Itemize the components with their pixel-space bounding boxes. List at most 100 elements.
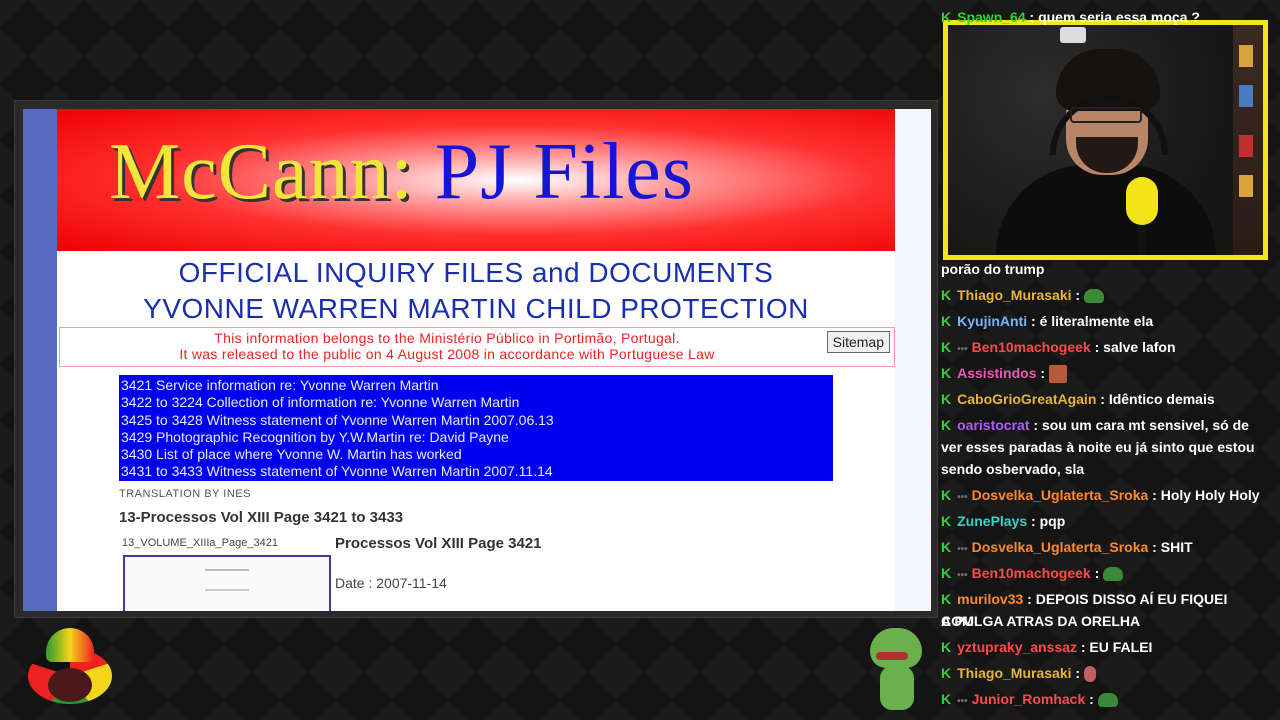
- chat-username[interactable]: murilov33: [957, 591, 1023, 607]
- rasta-hat-emote: [28, 628, 112, 708]
- document-thumbnail[interactable]: [123, 555, 331, 611]
- chat-overlay: K Spawn_64 : quem seria essa moça ? porão …: [941, 0, 1271, 720]
- chat-username[interactable]: Thiago_Murasaki: [957, 287, 1071, 303]
- chat-username[interactable]: KyujinAnti: [957, 313, 1027, 329]
- document-link[interactable]: 3430 List of place where Yvonne W. Marti…: [121, 446, 831, 463]
- stamp-mark: [205, 569, 249, 591]
- chat-separator: :: [1085, 691, 1098, 707]
- screen-capture: McCann: PJ Files OFFICIAL INQUIRY FILES …: [14, 100, 938, 618]
- chat-text: sendo osbervado, sla: [941, 461, 1085, 477]
- pepe-emote-icon: [1083, 289, 1104, 304]
- chat-message: K Spawn_64 : quem seria essa moça ?: [941, 6, 1261, 28]
- chat-username[interactable]: Spawn_64: [957, 9, 1025, 25]
- sitemap-button[interactable]: Sitemap: [826, 331, 890, 353]
- chat-text: SHIT: [1160, 539, 1193, 555]
- chat-text: EU FALEI: [1089, 639, 1153, 655]
- face-emote-icon: [1048, 365, 1067, 384]
- website-page: McCann: PJ Files OFFICIAL INQUIRY FILES …: [23, 109, 931, 611]
- chat-separator: :: [1027, 513, 1040, 529]
- left-sidebar-bar: [23, 109, 57, 611]
- chat-separator: :: [1027, 313, 1040, 329]
- chat-message: K ••• Junior_Romhack :: [941, 688, 1261, 713]
- document-link[interactable]: 3429 Photographic Recognition by Y.W.Mar…: [121, 429, 831, 446]
- thumbnail-caption: 13_VOLUME_XIIIa_Page_3421: [122, 537, 278, 549]
- chat-username[interactable]: Assistindos: [957, 365, 1036, 381]
- chat-message: sendo osbervado, sla: [941, 458, 1261, 480]
- document-link[interactable]: 3425 to 3428 Witness statement of Yvonne…: [121, 412, 831, 429]
- chat-username[interactable]: Thiago_Murasaki: [957, 665, 1071, 681]
- kick-badge-icon: K: [941, 639, 952, 655]
- chat-username[interactable]: Dosvelka_Uglaterta_Sroka: [972, 539, 1149, 555]
- sub-badge-icon: •••: [957, 696, 968, 707]
- chat-text: A PULGA ATRAS DA ORELHA: [941, 613, 1141, 629]
- pepe-emote: [866, 628, 926, 710]
- chat-separator: :: [1076, 639, 1090, 655]
- banner-title: McCann: PJ Files: [109, 127, 694, 218]
- process-heading: 13-Processos Vol XIII Page 3421 to 3433: [119, 509, 404, 526]
- chat-message: Kyztupraky_anssaz : EU FALEI: [941, 636, 1261, 658]
- document-link[interactable]: 3421 Service information re: Yvonne Warr…: [121, 377, 831, 394]
- hand-emote-icon: [1083, 666, 1096, 683]
- chat-username[interactable]: yztupraky_anssaz: [957, 639, 1077, 655]
- notice-line-1: This information belongs to the Ministér…: [214, 330, 680, 346]
- kick-badge-icon: K: [941, 539, 952, 555]
- kick-badge-icon: K: [941, 9, 952, 25]
- kick-badge-icon: K: [941, 287, 952, 303]
- chat-message: K ••• Dosvelka_Uglaterta_Sroka : SHIT: [941, 536, 1261, 561]
- chat-separator: :: [1071, 287, 1084, 303]
- banner-title-mccann: McCann:: [109, 128, 414, 216]
- banner-title-pj-files: PJ Files: [434, 128, 694, 216]
- chat-username[interactable]: Junior_Romhack: [972, 691, 1086, 707]
- chat-separator: :: [1148, 487, 1161, 503]
- sub-badge-icon: •••: [957, 544, 968, 555]
- chat-text: salve lafon: [1103, 339, 1176, 355]
- chat-message: A PULGA ATRAS DA ORELHA: [941, 610, 1261, 632]
- document-list: 3421 Service information re: Yvonne Warr…: [119, 375, 833, 481]
- chat-message: K KyujinAnti : é literalmente ela: [941, 310, 1261, 332]
- chat-text: quem seria essa moça ?: [1038, 9, 1200, 25]
- chat-message: porão do trump: [941, 258, 1261, 280]
- chat-username[interactable]: Ben10machogeek: [972, 339, 1091, 355]
- chat-text: ver esses paradas à noite eu já sinto qu…: [941, 439, 1255, 455]
- right-strip: [895, 109, 931, 611]
- chat-separator: :: [1023, 591, 1036, 607]
- chat-username[interactable]: CaboGrioGreatAgain: [957, 391, 1096, 407]
- chat-separator: :: [1029, 417, 1042, 433]
- chat-message: K ••• Dosvelka_Uglaterta_Sroka : Holy Holy…: [941, 484, 1261, 509]
- page-title: Processos Vol XIII Page 3421: [335, 535, 542, 552]
- pepe-emote-icon: [1103, 567, 1124, 582]
- kick-badge-icon: K: [941, 313, 952, 329]
- chat-message: Koaristocrat : sou um cara mt sensivel, …: [941, 414, 1261, 436]
- legal-notice: This information belongs to the Ministér…: [59, 327, 895, 367]
- translation-credit: TRANSLATION BY INES: [119, 488, 251, 500]
- chat-message: K CaboGrioGreatAgain : Idêntico demais: [941, 388, 1261, 410]
- sub-badge-icon: •••: [957, 344, 968, 355]
- chat-message: K ••• Ben10machogeek : salve lafon: [941, 336, 1261, 361]
- chat-message: ver esses paradas à noite eu já sinto qu…: [941, 436, 1261, 458]
- sub-badge-icon: •••: [957, 570, 968, 581]
- chat-text: pqp: [1039, 513, 1066, 529]
- document-date: Date : 2007-11-14: [335, 575, 447, 591]
- site-banner: McCann: PJ Files: [57, 109, 895, 251]
- chat-message: K ZunePlays : pqp: [941, 510, 1261, 532]
- chat-text: porão do trump: [941, 261, 1045, 277]
- chat-username[interactable]: oaristocrat: [957, 417, 1029, 433]
- kick-badge-icon: K: [941, 487, 952, 503]
- chat-separator: :: [1090, 339, 1104, 355]
- chat-separator: :: [1025, 9, 1039, 25]
- sub-badge-icon: •••: [957, 492, 968, 503]
- document-link[interactable]: 3422 to 3224 Collection of information r…: [121, 394, 831, 411]
- kick-badge-icon: K: [941, 339, 952, 355]
- chat-separator: :: [1071, 665, 1084, 681]
- chat-text: Holy Holy Holy: [1160, 487, 1260, 503]
- document-link[interactable]: 3431 to 3433 Witness statement of Yvonne…: [121, 463, 831, 480]
- chat-username[interactable]: ZunePlays: [957, 513, 1027, 529]
- chat-separator: :: [1090, 565, 1104, 581]
- headline-subject: YVONNE WARREN MARTIN CHILD PROTECTION: [143, 293, 809, 324]
- kick-badge-icon: K: [941, 417, 952, 433]
- chat-message: K Assistindos :: [941, 362, 1261, 384]
- kick-badge-icon: K: [941, 591, 952, 607]
- chat-separator: :: [1148, 539, 1161, 555]
- chat-username[interactable]: Dosvelka_Uglaterta_Sroka: [972, 487, 1149, 503]
- chat-username[interactable]: Ben10machogeek: [972, 565, 1091, 581]
